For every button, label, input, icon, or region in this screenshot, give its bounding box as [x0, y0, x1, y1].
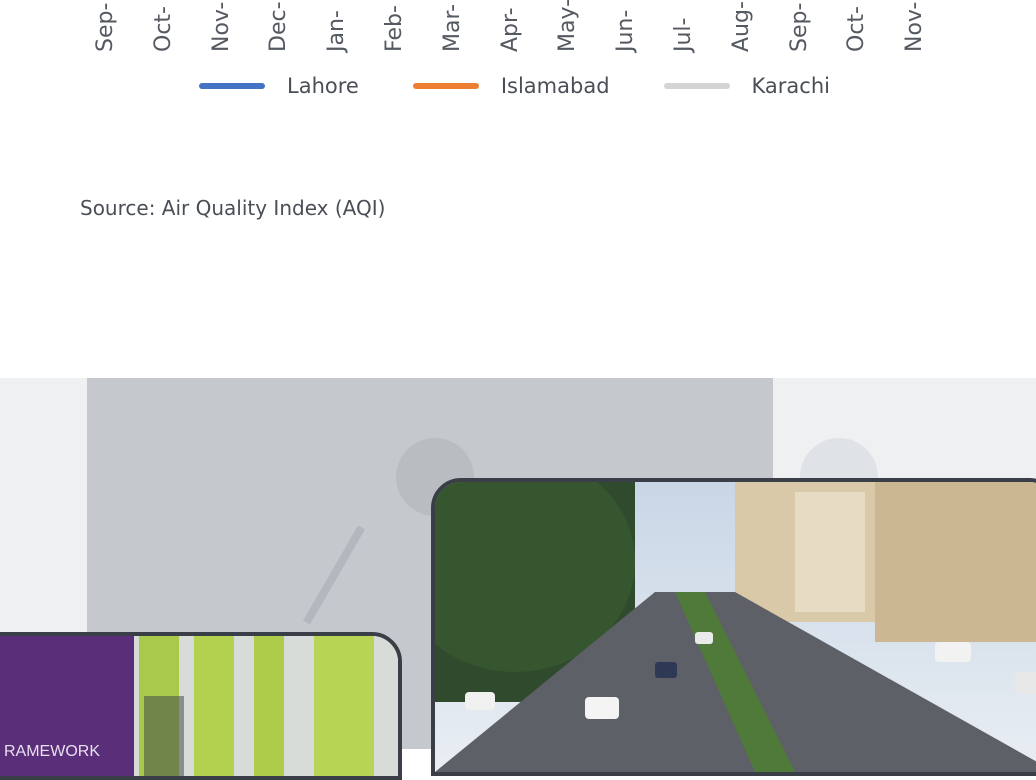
legend-label: Islamabad: [500, 74, 610, 98]
x-tick-text: May-: [555, 0, 581, 52]
x-tick-label: Aug-: [728, 0, 754, 60]
x-tick-text: Nov-: [902, 1, 928, 52]
x-tick-text: Jun-: [613, 9, 639, 52]
x-tick-text: Apr-: [497, 7, 523, 52]
x-tick-label: Jul-: [671, 0, 696, 60]
legend-item: Karachi: [663, 74, 830, 98]
x-tick-label: Jun-: [613, 0, 639, 60]
x-tick-label: Oct-: [844, 0, 870, 60]
x-tick-label: May-: [555, 0, 581, 60]
x-tick-text: Sep-: [786, 2, 812, 52]
framework-caption: RAMEWORK: [4, 743, 100, 760]
x-tick-text: Nov-: [208, 1, 234, 52]
legend-swatch: [663, 83, 730, 89]
x-tick-label: Sep-: [786, 0, 812, 60]
x-tick-text: Jan-: [324, 10, 350, 52]
x-tick-label: Mar-: [439, 0, 465, 60]
office-scene-image: RAMEWORK: [0, 636, 398, 776]
x-tick-text: Sep-: [93, 2, 118, 52]
framework-office-photo[interactable]: RAMEWORK: [0, 632, 402, 780]
x-tick-label: Nov-: [208, 0, 234, 60]
legend-swatch: [199, 83, 265, 89]
legend-item: Islamabad: [412, 74, 610, 98]
x-tick-label: Apr-: [497, 0, 523, 60]
x-tick-text: Dec-: [266, 1, 292, 52]
x-tick-label: Jan-: [324, 0, 350, 60]
karachi-road-photo[interactable]: [431, 478, 1036, 776]
x-tick-label: Sep-: [93, 0, 118, 60]
road-scene-image: [435, 482, 1036, 772]
x-tick-label: Dec-: [266, 0, 292, 60]
legend-swatch: [412, 83, 479, 89]
chart-legend: Lahore Islamabad Karachi: [199, 70, 884, 102]
legend-item: Lahore: [199, 74, 359, 98]
x-tick-text: Oct-: [150, 6, 176, 52]
x-tick-label: Oct-: [150, 0, 176, 60]
legend-label: Lahore: [287, 74, 359, 98]
x-tick-label: Nov-: [902, 0, 928, 60]
x-tick-text: Aug-: [728, 1, 754, 52]
x-tick-label: Feb-: [382, 0, 407, 60]
x-axis-tick-labels: Sep- Oct- Nov- Dec- Jan- Feb- Mar- Apr- May- Jun-…: [0, 0, 1036, 62]
x-tick-text: Oct-: [844, 6, 870, 52]
x-tick-text: Jul-: [671, 17, 696, 52]
chart-source: Source: Air Quality Index (AQI): [80, 196, 386, 220]
legend-label: Karachi: [751, 74, 830, 98]
x-tick-text: Feb-: [382, 5, 407, 52]
x-tick-text: Mar-: [439, 3, 465, 52]
